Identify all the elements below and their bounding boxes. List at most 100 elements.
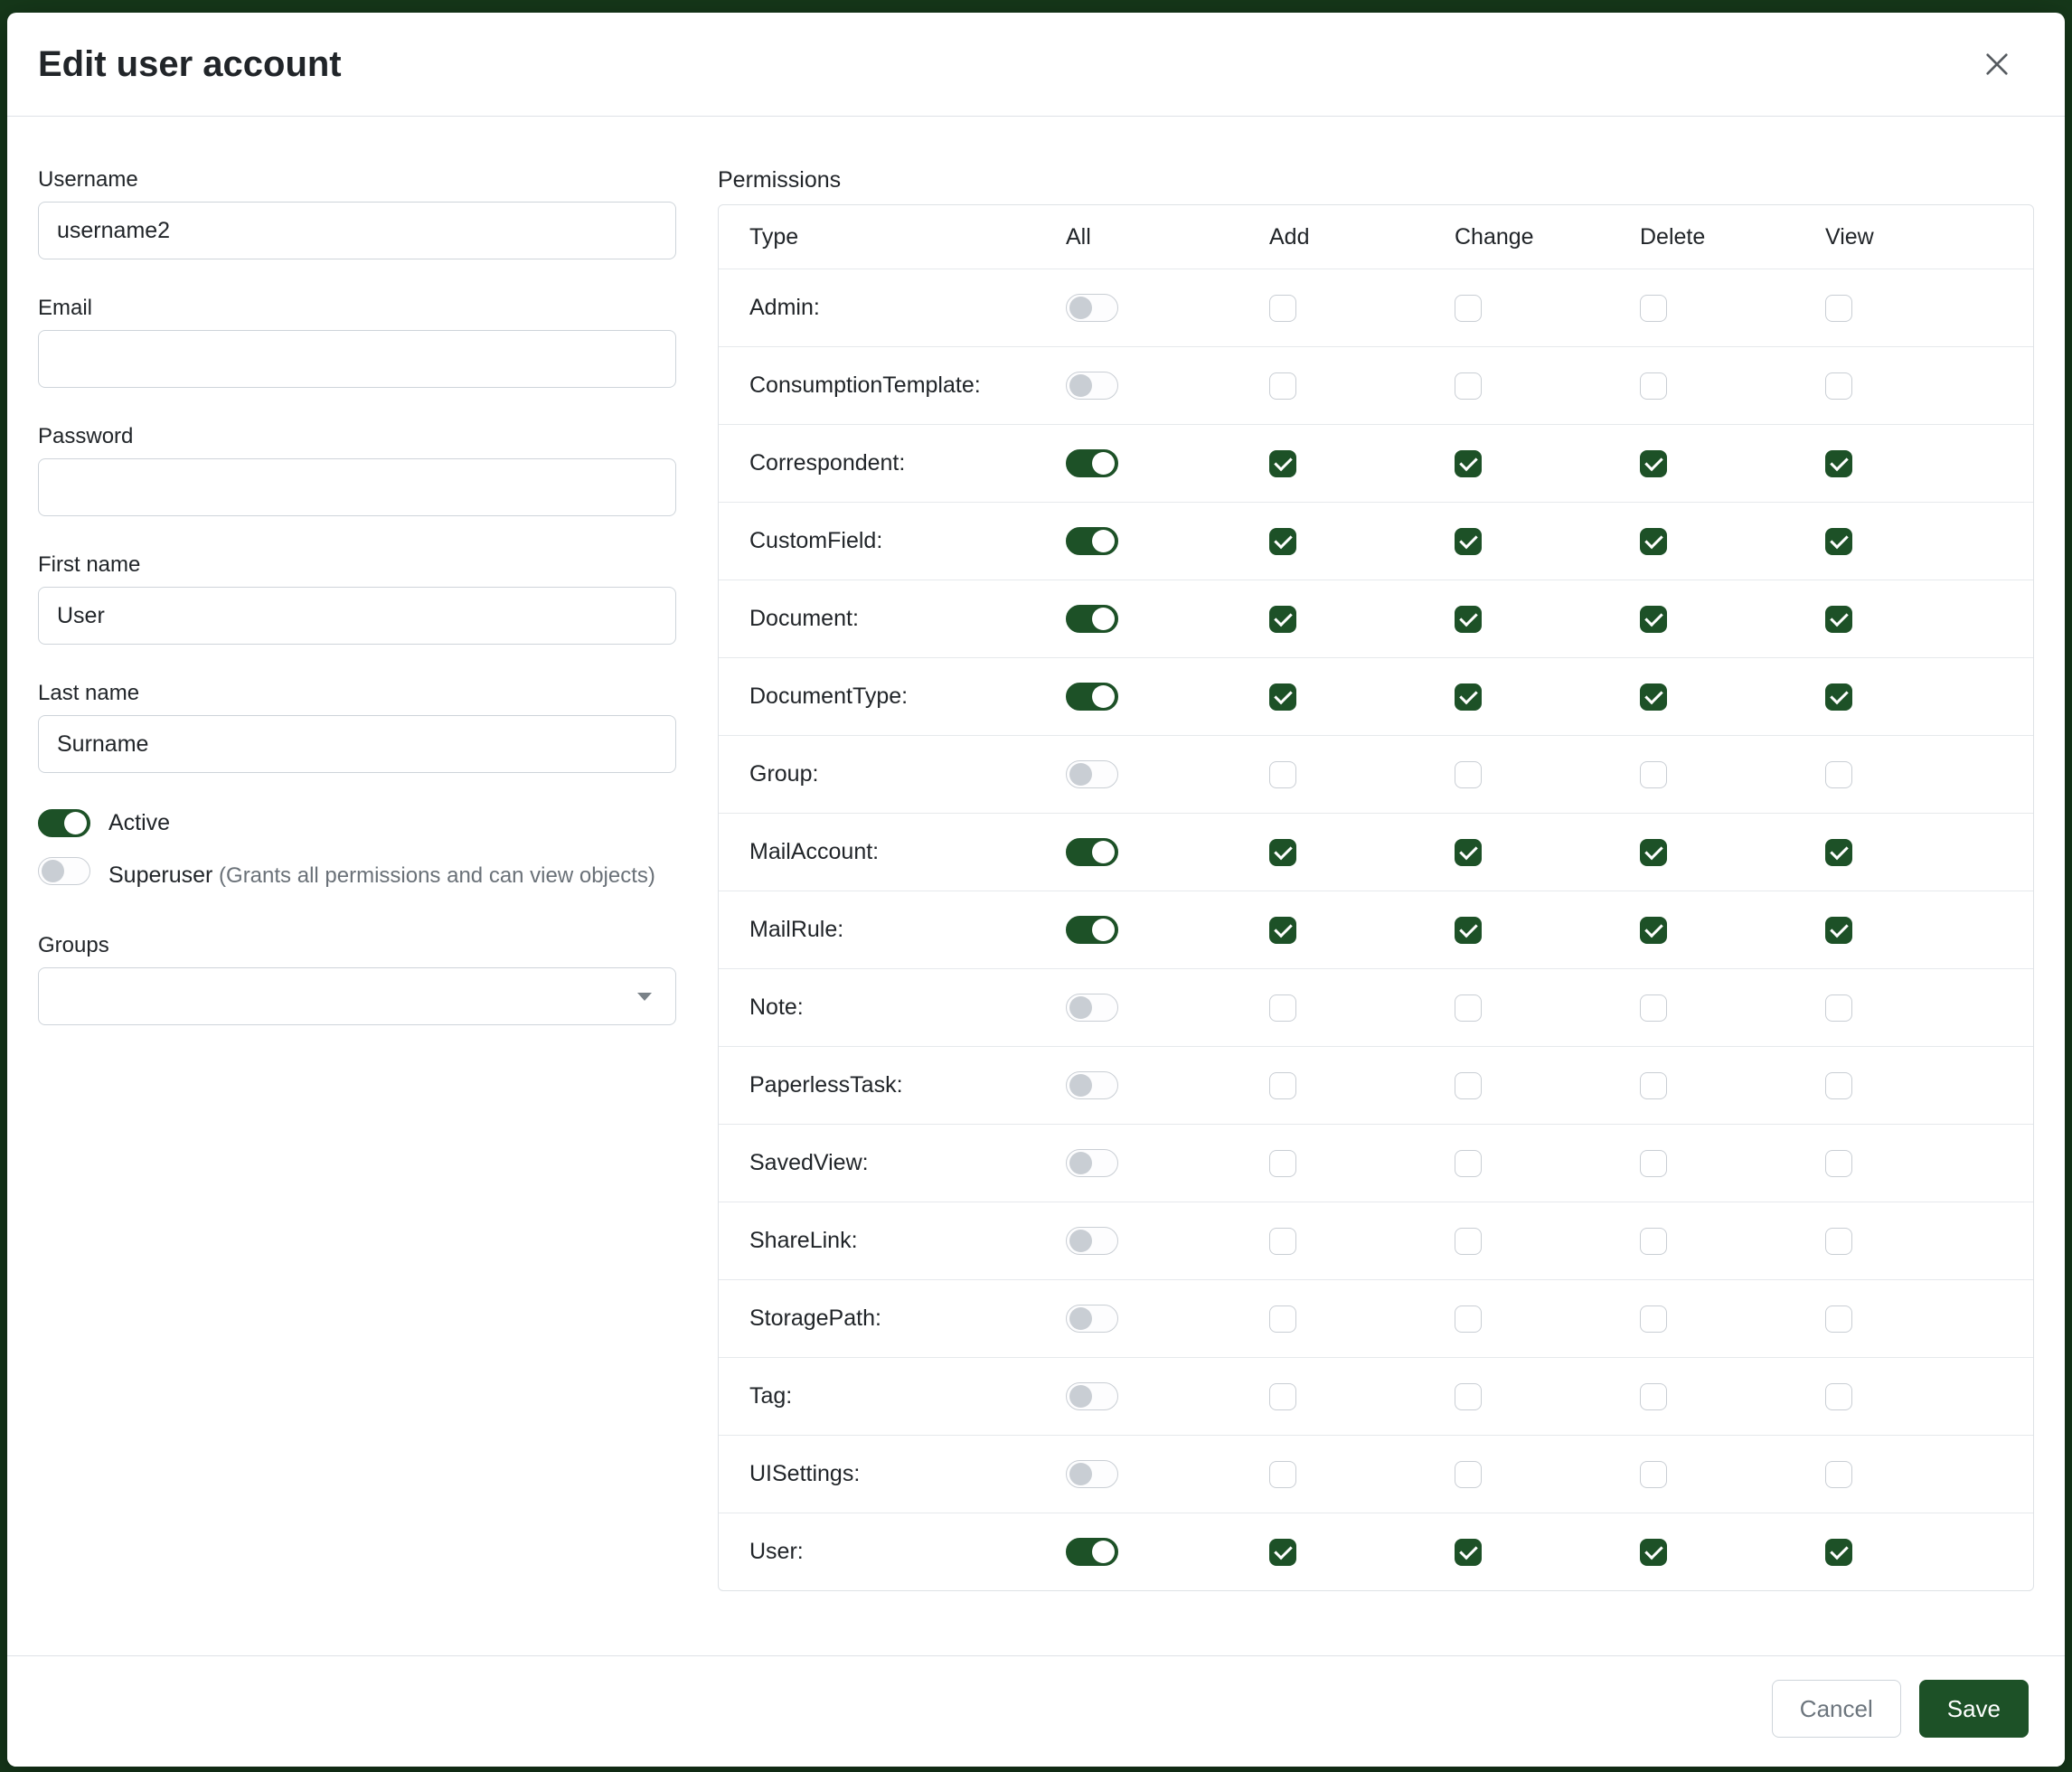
permission-add-checkbox[interactable] (1269, 1072, 1296, 1099)
permission-all-toggle[interactable] (1066, 1149, 1118, 1177)
permission-view-checkbox[interactable] (1825, 1383, 1852, 1410)
permission-delete-checkbox[interactable] (1640, 1228, 1667, 1255)
permission-view-checkbox[interactable] (1825, 683, 1852, 711)
permission-change-checkbox[interactable] (1455, 372, 1482, 400)
permission-all-toggle[interactable] (1066, 1305, 1118, 1333)
permission-delete-checkbox[interactable] (1640, 372, 1667, 400)
groups-select[interactable] (38, 967, 676, 1025)
permission-change-checkbox[interactable] (1455, 295, 1482, 322)
permission-view-checkbox[interactable] (1825, 1072, 1852, 1099)
permission-all-toggle[interactable] (1066, 1382, 1118, 1410)
permission-all-toggle[interactable] (1066, 1460, 1118, 1488)
permission-change-checkbox[interactable] (1455, 917, 1482, 944)
permission-delete-checkbox[interactable] (1640, 1461, 1667, 1488)
permission-view-checkbox[interactable] (1825, 1539, 1852, 1566)
permission-delete-checkbox[interactable] (1640, 761, 1667, 788)
superuser-toggle[interactable] (38, 857, 90, 885)
permission-change-checkbox[interactable] (1455, 1383, 1482, 1410)
permission-add-checkbox[interactable] (1269, 917, 1296, 944)
permission-all-toggle[interactable] (1066, 683, 1118, 711)
permission-view-checkbox[interactable] (1825, 295, 1852, 322)
permission-all-toggle[interactable] (1066, 372, 1118, 400)
permission-all-toggle[interactable] (1066, 916, 1118, 944)
permission-delete-checkbox[interactable] (1640, 1150, 1667, 1177)
permission-view-checkbox[interactable] (1825, 606, 1852, 633)
permission-view-checkbox[interactable] (1825, 994, 1852, 1022)
permission-view-checkbox[interactable] (1825, 839, 1852, 866)
permission-add-checkbox[interactable] (1269, 1305, 1296, 1333)
last-name-input[interactable] (38, 715, 676, 773)
permission-add-checkbox[interactable] (1269, 683, 1296, 711)
permission-delete-checkbox[interactable] (1640, 839, 1667, 866)
permission-view-checkbox[interactable] (1825, 761, 1852, 788)
permission-delete-checkbox[interactable] (1640, 606, 1667, 633)
permission-all-toggle[interactable] (1066, 449, 1118, 477)
permission-delete-checkbox[interactable] (1640, 683, 1667, 711)
username-input[interactable] (38, 202, 676, 259)
permission-delete-checkbox[interactable] (1640, 1383, 1667, 1410)
permission-all-cell (1053, 838, 1257, 866)
permission-delete-checkbox[interactable] (1640, 1305, 1667, 1333)
permission-change-checkbox[interactable] (1455, 839, 1482, 866)
permission-all-toggle[interactable] (1066, 605, 1118, 633)
permission-add-checkbox[interactable] (1269, 606, 1296, 633)
first-name-input[interactable] (38, 587, 676, 645)
permission-view-checkbox[interactable] (1825, 1305, 1852, 1333)
permission-change-checkbox[interactable] (1455, 1228, 1482, 1255)
cancel-button[interactable]: Cancel (1772, 1680, 1901, 1738)
permission-all-toggle[interactable] (1066, 994, 1118, 1022)
permission-all-toggle[interactable] (1066, 838, 1118, 866)
permission-add-checkbox[interactable] (1269, 1150, 1296, 1177)
permission-all-toggle[interactable] (1066, 527, 1118, 555)
permission-change-checkbox[interactable] (1455, 1539, 1482, 1566)
permission-delete-checkbox[interactable] (1640, 917, 1667, 944)
permission-add-checkbox[interactable] (1269, 528, 1296, 555)
permission-add-checkbox[interactable] (1269, 1383, 1296, 1410)
permission-view-checkbox[interactable] (1825, 528, 1852, 555)
permission-add-checkbox[interactable] (1269, 839, 1296, 866)
permission-change-cell (1442, 1150, 1627, 1177)
permission-all-toggle[interactable] (1066, 1227, 1118, 1255)
password-input[interactable] (38, 458, 676, 516)
permission-change-checkbox[interactable] (1455, 606, 1482, 633)
permission-change-checkbox[interactable] (1455, 528, 1482, 555)
email-field-group: Email (38, 296, 676, 388)
permission-view-checkbox[interactable] (1825, 1461, 1852, 1488)
permission-change-checkbox[interactable] (1455, 994, 1482, 1022)
permission-add-checkbox[interactable] (1269, 295, 1296, 322)
permission-add-checkbox[interactable] (1269, 1461, 1296, 1488)
permission-all-toggle[interactable] (1066, 1071, 1118, 1099)
permission-delete-checkbox[interactable] (1640, 450, 1667, 477)
permission-view-checkbox[interactable] (1825, 1150, 1852, 1177)
permission-change-checkbox[interactable] (1455, 1305, 1482, 1333)
permission-view-checkbox[interactable] (1825, 917, 1852, 944)
permission-view-checkbox[interactable] (1825, 372, 1852, 400)
permission-change-checkbox[interactable] (1455, 1461, 1482, 1488)
permission-change-checkbox[interactable] (1455, 1150, 1482, 1177)
permission-view-checkbox[interactable] (1825, 1228, 1852, 1255)
permission-delete-checkbox[interactable] (1640, 528, 1667, 555)
permission-delete-checkbox[interactable] (1640, 295, 1667, 322)
close-button[interactable] (1973, 40, 2021, 89)
permission-change-checkbox[interactable] (1455, 683, 1482, 711)
email-label: Email (38, 296, 676, 321)
permission-add-checkbox[interactable] (1269, 1539, 1296, 1566)
permission-all-toggle[interactable] (1066, 294, 1118, 322)
email-input[interactable] (38, 330, 676, 388)
permission-change-checkbox[interactable] (1455, 450, 1482, 477)
permission-add-checkbox[interactable] (1269, 1228, 1296, 1255)
permission-view-checkbox[interactable] (1825, 450, 1852, 477)
active-toggle[interactable] (38, 809, 90, 837)
permission-delete-checkbox[interactable] (1640, 994, 1667, 1022)
permission-all-toggle[interactable] (1066, 1538, 1118, 1566)
save-button[interactable]: Save (1919, 1680, 2029, 1738)
permission-delete-checkbox[interactable] (1640, 1539, 1667, 1566)
permission-delete-checkbox[interactable] (1640, 1072, 1667, 1099)
permission-add-checkbox[interactable] (1269, 372, 1296, 400)
permission-all-toggle[interactable] (1066, 760, 1118, 788)
permission-add-checkbox[interactable] (1269, 450, 1296, 477)
permission-add-checkbox[interactable] (1269, 761, 1296, 788)
permission-change-checkbox[interactable] (1455, 1072, 1482, 1099)
permission-add-checkbox[interactable] (1269, 994, 1296, 1022)
permission-change-checkbox[interactable] (1455, 761, 1482, 788)
